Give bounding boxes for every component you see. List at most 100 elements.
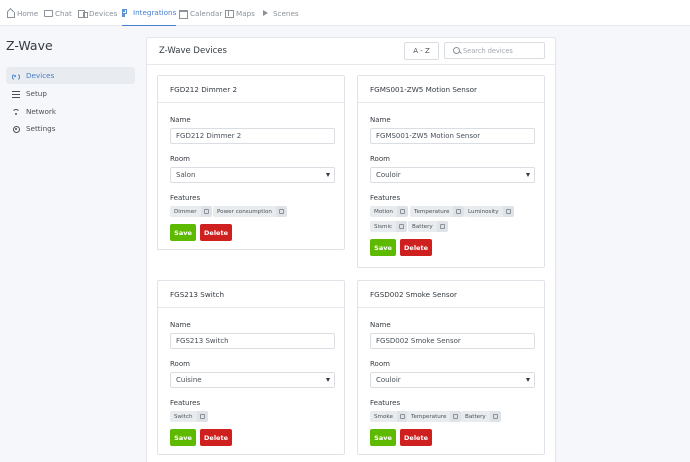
zwave-icon bbox=[12, 72, 20, 81]
chevron-down-icon bbox=[326, 173, 330, 177]
devices-panel: Z-Wave Devices A - Z FGD212 Dimmer 2 Nam… bbox=[146, 37, 556, 462]
chevron-down-icon bbox=[326, 378, 330, 382]
nav-calendar-label: Calendar bbox=[190, 8, 223, 18]
nav-calendar[interactable]: Calendar bbox=[179, 0, 222, 26]
feature-tag-label: Dimmer bbox=[174, 208, 197, 215]
name-field[interactable]: FGMS001-ZW5 Motion Sensor bbox=[370, 128, 535, 144]
features-label: Features bbox=[370, 399, 401, 407]
panel-header: Z-Wave Devices A - Z bbox=[147, 38, 555, 65]
delete-button[interactable]: Delete bbox=[200, 224, 232, 241]
nav-scenes[interactable]: Scenes bbox=[262, 0, 299, 26]
home-icon bbox=[6, 9, 15, 18]
save-button[interactable]: Save bbox=[370, 239, 396, 256]
device-card: FGMS001-ZW5 Motion Sensor Name FGMS001-Z… bbox=[357, 75, 545, 268]
sidebar-item-setup[interactable]: Setup bbox=[6, 85, 135, 102]
feature-tag: Battery bbox=[461, 411, 501, 422]
feature-tag-label: Smoke bbox=[374, 413, 393, 420]
room-label: Room bbox=[370, 155, 390, 163]
nav-home-label: Home bbox=[17, 8, 39, 18]
play-icon bbox=[262, 9, 270, 17]
device-title: FGD212 Dimmer 2 bbox=[170, 85, 238, 94]
nav-maps[interactable]: Maps bbox=[225, 0, 255, 26]
device-title: FGS213 Switch bbox=[170, 290, 225, 299]
room-label: Room bbox=[170, 360, 190, 368]
map-icon bbox=[225, 9, 234, 18]
page-title: Z-Wave Devices bbox=[159, 46, 227, 56]
room-select-value: Cuisine bbox=[176, 376, 202, 384]
battery-icon bbox=[489, 411, 501, 422]
room-select[interactable]: Cuisine bbox=[170, 372, 335, 388]
search-icon bbox=[453, 47, 461, 55]
room-select[interactable]: Couloir bbox=[370, 167, 535, 183]
nav-integrations[interactable]: Integrations bbox=[122, 0, 177, 26]
devices-icon bbox=[78, 9, 88, 18]
feature-tag-label: Luminosity bbox=[468, 208, 499, 215]
feature-tag: Luminosity bbox=[464, 206, 514, 217]
power-button-icon bbox=[196, 411, 208, 422]
name-field[interactable]: FGD212 Dimmer 2 bbox=[170, 128, 335, 144]
features-label: Features bbox=[170, 194, 201, 202]
feature-tag: Temperature bbox=[410, 206, 465, 217]
delete-button[interactable]: Delete bbox=[400, 239, 432, 256]
feature-tag-label: Sismic bbox=[374, 223, 393, 230]
feature-tag: Battery bbox=[408, 221, 448, 232]
feature-tag: Motion bbox=[370, 206, 408, 217]
delete-button[interactable]: Delete bbox=[400, 429, 432, 446]
sidebar-item-network[interactable]: Network bbox=[6, 103, 135, 120]
feature-tag: Sismic bbox=[370, 221, 408, 232]
room-select-value: Salon bbox=[176, 171, 196, 179]
sidebar-title: Z-Wave bbox=[6, 38, 53, 53]
feature-tag-label: Battery bbox=[465, 413, 486, 420]
save-button[interactable]: Save bbox=[370, 429, 396, 446]
room-select-value: Couloir bbox=[376, 376, 401, 384]
nav-home[interactable]: Home bbox=[6, 0, 38, 26]
name-label: Name bbox=[170, 321, 191, 329]
sidebar-item-label: Setup bbox=[26, 89, 47, 98]
sidebar-item-settings[interactable]: Settings bbox=[6, 120, 135, 137]
feature-tag-label: Temperature bbox=[414, 208, 450, 215]
sort-button[interactable]: A - Z bbox=[404, 42, 439, 60]
features-label: Features bbox=[170, 399, 201, 407]
thermometer-icon bbox=[453, 206, 465, 217]
device-card-header: FGMS001-ZW5 Motion Sensor bbox=[358, 76, 544, 103]
sun-icon bbox=[502, 206, 514, 217]
calendar-icon bbox=[179, 9, 188, 19]
room-label: Room bbox=[170, 155, 190, 163]
save-button[interactable]: Save bbox=[170, 224, 196, 241]
device-card: FGS213 Switch Name FGS213 Switch Room Cu… bbox=[157, 280, 345, 455]
grid-icon bbox=[122, 8, 130, 17]
device-card-header: FGSD002 Smoke Sensor bbox=[358, 281, 544, 308]
room-label: Room bbox=[370, 360, 390, 368]
feature-tag: Dimmer bbox=[170, 206, 212, 217]
save-button[interactable]: Save bbox=[170, 429, 196, 446]
device-title: FGMS001-ZW5 Motion Sensor bbox=[370, 85, 477, 94]
nav-chat-label: Chat bbox=[55, 8, 72, 18]
activity-icon bbox=[396, 221, 408, 232]
search-input[interactable] bbox=[463, 45, 543, 57]
name-field[interactable]: FGSD002 Smoke Sensor bbox=[370, 333, 535, 349]
feature-tag-label: Switch bbox=[174, 413, 193, 420]
nav-chat[interactable]: Chat bbox=[44, 0, 72, 26]
feature-tag-label: Motion bbox=[374, 208, 393, 215]
thermometer-icon bbox=[450, 411, 462, 422]
room-select[interactable]: Couloir bbox=[370, 372, 535, 388]
name-label: Name bbox=[370, 116, 391, 124]
battery-icon bbox=[436, 221, 448, 232]
nav-scenes-label: Scenes bbox=[273, 8, 299, 18]
name-field[interactable]: FGS213 Switch bbox=[170, 333, 335, 349]
delete-button[interactable]: Delete bbox=[200, 429, 232, 446]
sidebar-item-label: Settings bbox=[26, 124, 56, 133]
nav-devices-label: Devices bbox=[89, 8, 118, 18]
nav-maps-label: Maps bbox=[236, 8, 255, 18]
chevron-down-icon bbox=[526, 378, 530, 382]
nav-integrations-label: Integrations bbox=[133, 8, 177, 17]
chevron-down-icon bbox=[526, 173, 530, 177]
device-card: FGD212 Dimmer 2 Name FGD212 Dimmer 2 Roo… bbox=[157, 75, 345, 250]
feature-tag-label: Temperature bbox=[411, 413, 447, 420]
nav-devices[interactable]: Devices bbox=[78, 0, 117, 26]
feature-tag: Switch bbox=[170, 411, 208, 422]
dimmer-icon bbox=[200, 206, 212, 217]
room-select[interactable]: Salon bbox=[170, 167, 335, 183]
search-box[interactable] bbox=[444, 42, 545, 59]
sidebar-item-devices[interactable]: Devices bbox=[6, 67, 135, 84]
